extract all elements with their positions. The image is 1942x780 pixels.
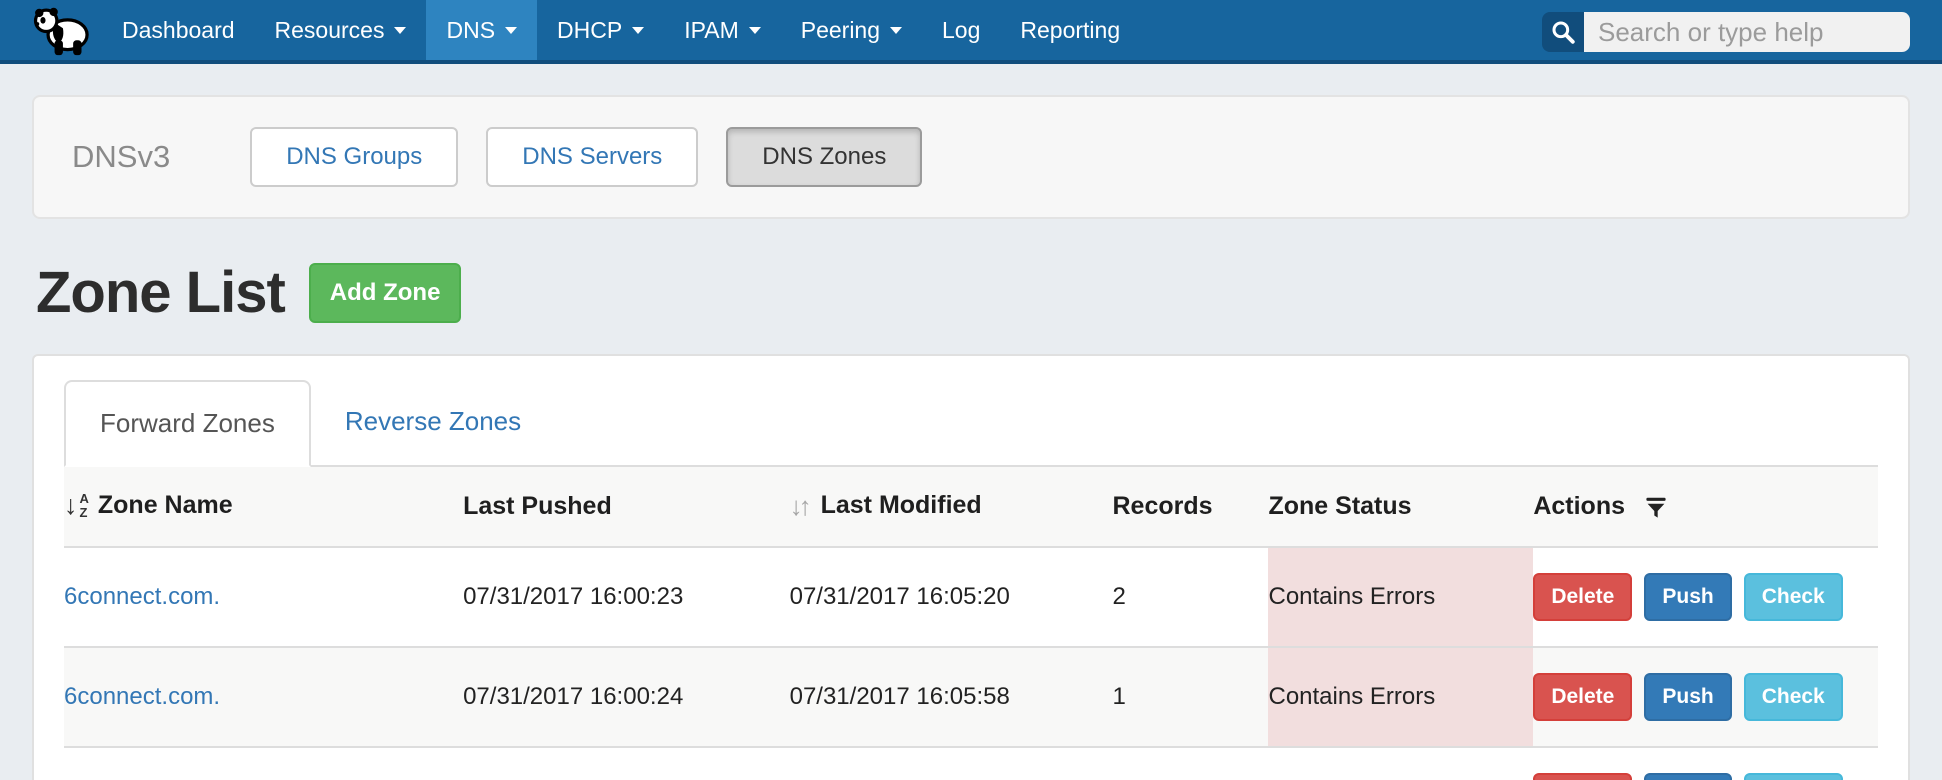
last-modified-cell: 07/31/2017 16:05:20 xyxy=(790,547,1113,647)
column-label: Last Pushed xyxy=(463,492,612,521)
zone-name-cell: 6connect.com. xyxy=(64,647,463,747)
actions-cell: DeletePush Check xyxy=(1533,647,1878,747)
column-label: Last Modified xyxy=(821,491,982,520)
records-cell: 2 xyxy=(1112,747,1268,780)
panda-logo-icon xyxy=(32,5,92,57)
nav-item-label: Reporting xyxy=(1020,17,1120,44)
last-modified-cell: 06/29/2017 17:47:49 xyxy=(790,747,1113,780)
nav-item-label: Log xyxy=(942,17,980,44)
caret-down-icon xyxy=(749,27,761,34)
search-bar xyxy=(1542,12,1910,52)
page-title: Zone List xyxy=(36,259,285,326)
column-header-records: Records xyxy=(1112,467,1268,547)
search-input[interactable] xyxy=(1584,12,1910,52)
top-navbar: Dashboard Resources DNS DHCP IPAM Peering Log R… xyxy=(0,0,1942,64)
caret-down-icon xyxy=(890,27,902,34)
delete-button[interactable]: Delete xyxy=(1533,773,1632,780)
dnsv3-panel: DNSv3 DNS Groups DNS Servers DNS Zones xyxy=(32,95,1910,219)
zones-table: ↓AZ Zone Name Last Pushed ↓↑ Last Modified Re… xyxy=(64,467,1878,780)
nav-item-dashboard[interactable]: Dashboard xyxy=(102,0,255,60)
delete-button[interactable]: Delete xyxy=(1533,673,1632,721)
tab-reverse-zones[interactable]: Reverse Zones xyxy=(311,380,555,465)
push-button[interactable]: Push xyxy=(1644,773,1731,780)
records-cell: 1 xyxy=(1112,647,1268,747)
caret-down-icon xyxy=(505,27,517,34)
zone-name-link[interactable]: 6connect.com. xyxy=(64,683,220,710)
actions-cell: Delete Push Check xyxy=(1533,747,1878,780)
add-zone-button[interactable]: Add Zone xyxy=(309,263,462,323)
check-button[interactable]: Check xyxy=(1744,573,1843,621)
table-row: 6connect.com. 07/31/2017 16:00:2407/31/20… xyxy=(64,647,1878,747)
push-button[interactable]: Push xyxy=(1644,673,1731,721)
check-button[interactable]: Check xyxy=(1744,773,1843,780)
column-label: Zone Status xyxy=(1268,492,1411,521)
nav-item-label: Resources xyxy=(275,17,385,44)
page-heading-row: Zone List Add Zone xyxy=(36,259,1910,326)
caret-down-icon xyxy=(632,27,644,34)
zone-name-cell: aaExample.com. xyxy=(64,747,463,780)
dns-zones-button[interactable]: DNS Zones xyxy=(726,127,922,187)
nav-item-label: DNS xyxy=(446,17,495,44)
last-pushed-cell: 07/31/2017 16:00:24 xyxy=(463,647,790,747)
last-pushed-cell: 07/31/2017 16:00:23 xyxy=(463,547,790,647)
zone-list-card: Forward ZonesReverse Zones ↓AZ Zone Name L… xyxy=(32,354,1910,780)
nav-menu: Dashboard Resources DNS DHCP IPAM Peering Log R… xyxy=(102,0,1140,60)
nav-item-label: IPAM xyxy=(684,17,739,44)
nav-item-dns[interactable]: DNS xyxy=(426,0,537,60)
push-button[interactable]: Push xyxy=(1644,573,1731,621)
column-header-last-pushed: Last Pushed xyxy=(463,467,790,547)
last-pushed-cell xyxy=(463,747,790,780)
nav-item-peering[interactable]: Peering xyxy=(781,0,922,60)
table-header-row: ↓AZ Zone Name Last Pushed ↓↑ Last Modified Re… xyxy=(64,467,1878,547)
zone-status-cell xyxy=(1268,747,1533,780)
last-modified-cell: 07/31/2017 16:05:58 xyxy=(790,647,1113,747)
actions-cell: DeletePush Check xyxy=(1533,547,1878,647)
section-title: DNSv3 xyxy=(72,139,170,175)
sort-icon: ↓↑ xyxy=(790,493,808,519)
nav-item-label: Peering xyxy=(801,17,880,44)
delete-button[interactable]: Delete xyxy=(1533,573,1632,621)
table-header: ↓AZ Zone Name Last Pushed ↓↑ Last Modified Re… xyxy=(64,467,1878,547)
dns-groups-button[interactable]: DNS Groups xyxy=(250,127,458,187)
column-header-zone-name[interactable]: ↓AZ Zone Name xyxy=(64,467,463,547)
nav-item-log[interactable]: Log xyxy=(922,0,1000,60)
column-label: Zone Name xyxy=(98,491,233,520)
zone-tabs: Forward ZonesReverse Zones xyxy=(64,380,1878,467)
tab-forward-zones[interactable]: Forward Zones xyxy=(64,380,311,467)
records-cell: 2 xyxy=(1112,547,1268,647)
table-body: 6connect.com. 07/31/2017 16:00:2307/31/20… xyxy=(64,547,1878,780)
column-header-last-modified[interactable]: ↓↑ Last Modified xyxy=(790,467,1113,547)
caret-down-icon xyxy=(394,27,406,34)
nav-item-label: DHCP xyxy=(557,17,622,44)
dns-nav-buttons: DNS Groups DNS Servers DNS Zones xyxy=(250,127,950,187)
filter-icon xyxy=(1644,496,1668,520)
nav-item-ipam[interactable]: IPAM xyxy=(664,0,781,60)
nav-item-resources[interactable]: Resources xyxy=(255,0,427,60)
sort-alpha-asc-icon: ↓AZ xyxy=(64,492,89,519)
nav-item-label: Dashboard xyxy=(122,17,235,44)
nav-item-dhcp[interactable]: DHCP xyxy=(537,0,664,60)
check-button[interactable]: Check xyxy=(1744,673,1843,721)
column-label: Actions xyxy=(1533,492,1625,521)
zone-name-cell: 6connect.com. xyxy=(64,547,463,647)
zone-name-link[interactable]: 6connect.com. xyxy=(64,583,220,610)
table-row: 6connect.com. 07/31/2017 16:00:2307/31/20… xyxy=(64,547,1878,647)
search-icon[interactable] xyxy=(1542,12,1584,52)
table-row: aaExample.com. 06/29/2017 17:47:492 Delete… xyxy=(64,747,1878,780)
zone-status-cell: Contains Errors xyxy=(1268,547,1533,647)
column-label: Records xyxy=(1112,492,1212,521)
zone-status-cell: Contains Errors xyxy=(1268,647,1533,747)
nav-item-reporting[interactable]: Reporting xyxy=(1000,0,1140,60)
column-header-zone-status: Zone Status xyxy=(1268,467,1533,547)
dns-servers-button[interactable]: DNS Servers xyxy=(486,127,698,187)
column-header-actions[interactable]: Actions xyxy=(1533,467,1878,547)
